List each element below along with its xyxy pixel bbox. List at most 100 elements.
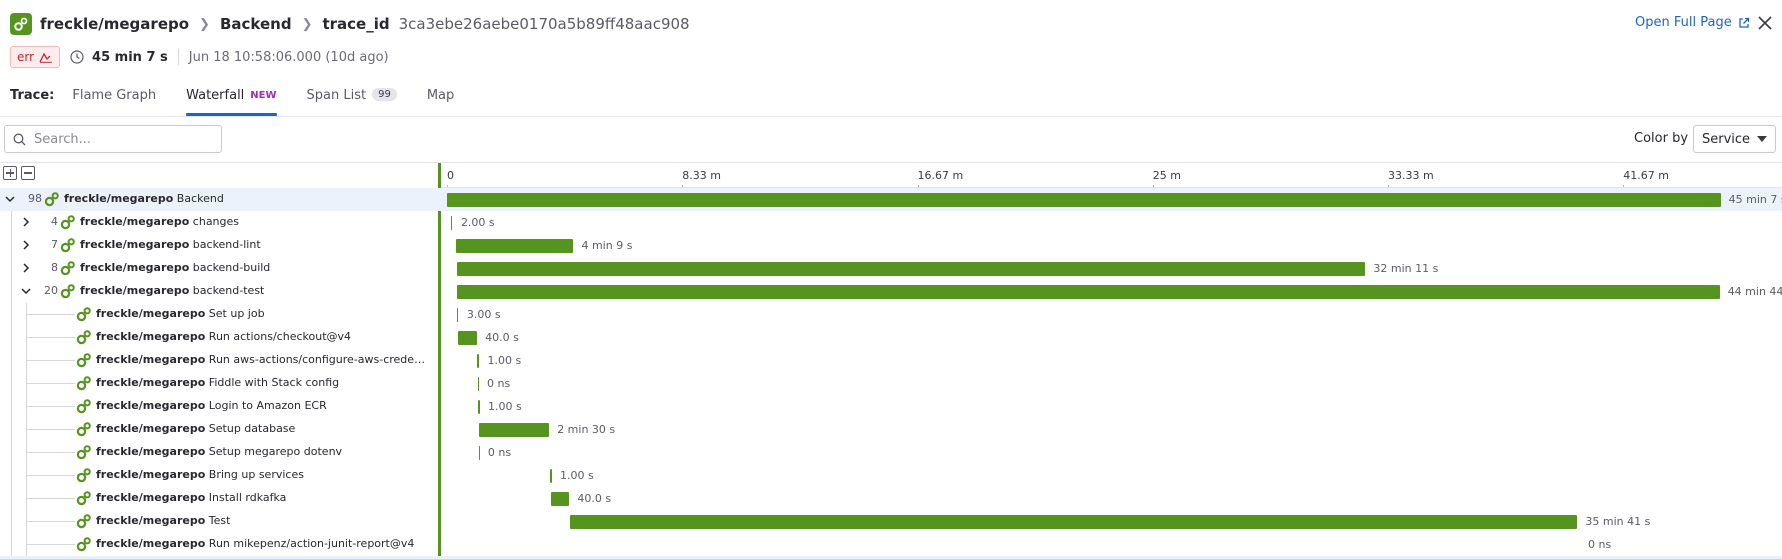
close-icon[interactable] xyxy=(1756,14,1774,32)
span-row[interactable]: freckle/megarepo Run mikepenz/action-jun… xyxy=(0,533,1782,556)
child-span-count: 98 xyxy=(28,192,42,205)
search-box[interactable] xyxy=(4,125,222,153)
tree-guide xyxy=(27,498,75,499)
span-resource: Install rdkafka xyxy=(205,491,287,504)
breadcrumb-service[interactable]: freckle/megarepo xyxy=(40,15,189,33)
trace-timestamp: Jun 18 10:58:06.000 (10d ago) xyxy=(188,49,389,65)
span-duration-bar[interactable] xyxy=(456,262,1366,276)
tab-flame-graph[interactable]: Flame Graph xyxy=(72,88,156,116)
span-duration-bar[interactable] xyxy=(456,239,574,253)
span-duration-bar[interactable] xyxy=(478,377,480,391)
tree-guide xyxy=(11,280,12,303)
span-resource: Fiddle with Stack config xyxy=(205,376,340,389)
span-duration-bar[interactable] xyxy=(458,331,478,345)
color-by-select[interactable]: Service xyxy=(1693,125,1776,153)
chevron-right-icon[interactable] xyxy=(20,239,32,251)
axis-tick-label: 25 m xyxy=(1152,169,1181,182)
span-service: freckle/megarepo xyxy=(96,307,206,320)
tab-label: Span List xyxy=(306,88,367,103)
span-row[interactable]: 20 freckle/megarepo backend-test 44 min 44… xyxy=(0,280,1782,303)
span-duration-label: 0 ns xyxy=(487,377,511,390)
axis-tick-label: 16.67 m xyxy=(917,169,964,182)
span-row[interactable]: 4 freckle/megarepo changes 2.00 s xyxy=(0,211,1782,234)
span-row[interactable]: freckle/megarepo Set up job 3.00 s xyxy=(0,303,1782,326)
trace-duration: 45 min 7 s xyxy=(92,49,168,65)
tab-span-list[interactable]: Span List 99 xyxy=(307,88,397,116)
chevron-right-icon[interactable] xyxy=(20,262,32,274)
span-duration-bar[interactable] xyxy=(450,216,453,230)
trace-id-label: trace_id xyxy=(322,15,390,33)
tree-guide xyxy=(27,544,75,545)
tree-guide xyxy=(11,441,12,464)
chevron-down-icon[interactable] xyxy=(4,193,16,205)
span-row[interactable]: freckle/megarepo Setup megarepo dotenv 0 … xyxy=(0,441,1782,464)
tree-guide xyxy=(27,521,75,522)
span-name: freckle/megarepo Setup megarepo dotenv xyxy=(96,445,342,458)
span-row[interactable]: freckle/megarepo Fiddle with Stack confi… xyxy=(0,372,1782,395)
span-duration-bar[interactable] xyxy=(550,492,570,506)
span-duration-bar[interactable] xyxy=(447,193,1721,207)
tab-label: Flame Graph xyxy=(72,88,157,103)
span-duration-bar[interactable] xyxy=(570,515,1578,529)
service-gear-icon xyxy=(76,375,92,391)
breadcrumb-resource[interactable]: Backend xyxy=(220,15,292,33)
span-duration-label: 45 min 7 s xyxy=(1728,193,1782,206)
span-row[interactable]: freckle/megarepo Setup database 2 min 30 … xyxy=(0,418,1782,441)
axis-tick-label: 41.67 m xyxy=(1623,169,1669,182)
child-span-count: 7 xyxy=(51,238,58,251)
collapse-all-icon[interactable] xyxy=(21,166,35,180)
span-resource: Backend xyxy=(173,192,224,205)
span-resource: Set up job xyxy=(205,307,265,320)
span-row[interactable]: freckle/megarepo Bring up services 1.00 s xyxy=(0,464,1782,487)
span-duration-bar[interactable] xyxy=(550,469,552,483)
child-span-count: 4 xyxy=(51,215,58,228)
span-row[interactable]: 7 freckle/megarepo backend-lint 4 min 9 s xyxy=(0,234,1782,257)
span-name: freckle/megarepo Setup database xyxy=(96,422,295,435)
tree-guide xyxy=(27,429,75,430)
span-duration-label: 40.0 s xyxy=(577,492,612,505)
service-gear-icon xyxy=(76,421,92,437)
tree-guide xyxy=(11,211,12,234)
span-duration-bar[interactable] xyxy=(456,308,459,322)
span-duration-label: 44 min 44 s xyxy=(1727,285,1782,298)
service-gear-icon xyxy=(60,214,76,230)
external-link-icon xyxy=(1739,17,1749,28)
search-icon xyxy=(13,133,26,145)
span-row[interactable]: freckle/megarepo Run aws-actions/configu… xyxy=(0,349,1782,372)
span-duration-label: 2.00 s xyxy=(460,216,495,229)
search-input[interactable] xyxy=(34,131,204,147)
span-duration-bar[interactable] xyxy=(478,400,480,414)
span-duration-label: 4 min 9 s xyxy=(581,239,633,252)
span-duration-bar[interactable] xyxy=(478,423,550,437)
tab-map[interactable]: Map xyxy=(427,88,454,116)
span-row[interactable]: freckle/megarepo Run actions/checkout@v4… xyxy=(0,326,1782,349)
expand-all-icon[interactable] xyxy=(3,166,17,180)
chevron-right-icon[interactable] xyxy=(20,216,32,228)
span-row[interactable]: freckle/megarepo Login to Amazon ECR 1.00… xyxy=(0,395,1782,418)
span-duration-bar[interactable] xyxy=(456,285,1720,299)
span-resource: Run mikepenz/action-junit-report@v4 xyxy=(205,537,415,550)
tree-guide xyxy=(11,257,12,280)
service-gear-icon xyxy=(76,329,92,345)
open-full-page-link[interactable]: Open Full Page xyxy=(1635,15,1750,30)
tab-waterfall[interactable]: Waterfall NEW xyxy=(186,88,277,116)
span-duration-bar[interactable] xyxy=(478,446,480,460)
span-row[interactable]: freckle/megarepo Test 35 min 41 s xyxy=(0,510,1782,533)
span-name: freckle/megarepo Run aws-actions/configu… xyxy=(96,353,430,366)
tree-guide xyxy=(27,337,75,338)
span-name: freckle/megarepo backend-lint xyxy=(80,238,261,251)
span-row[interactable]: 98 freckle/megarepo Backend 45 min 7 s xyxy=(0,188,1782,211)
span-duration-bar[interactable] xyxy=(477,354,479,368)
span-service: freckle/megarepo xyxy=(80,284,190,297)
span-resource: backend-test xyxy=(189,284,265,297)
trace-id-value[interactable]: 3ca3ebe26aebe0170a5b89ff48aac908 xyxy=(399,15,690,33)
span-duration-label: 0 ns xyxy=(487,446,512,459)
span-service: freckle/megarepo xyxy=(96,514,206,527)
span-resource: backend-build xyxy=(189,261,271,274)
tree-guide xyxy=(27,452,75,453)
span-row[interactable]: freckle/megarepo Install rdkafka 40.0 s xyxy=(0,487,1782,510)
span-resource: Test xyxy=(205,514,231,527)
chevron-down-icon[interactable] xyxy=(20,285,32,297)
span-row[interactable]: 8 freckle/megarepo backend-build 32 min 11… xyxy=(0,257,1782,280)
span-resource: Login to Amazon ECR xyxy=(205,399,327,412)
